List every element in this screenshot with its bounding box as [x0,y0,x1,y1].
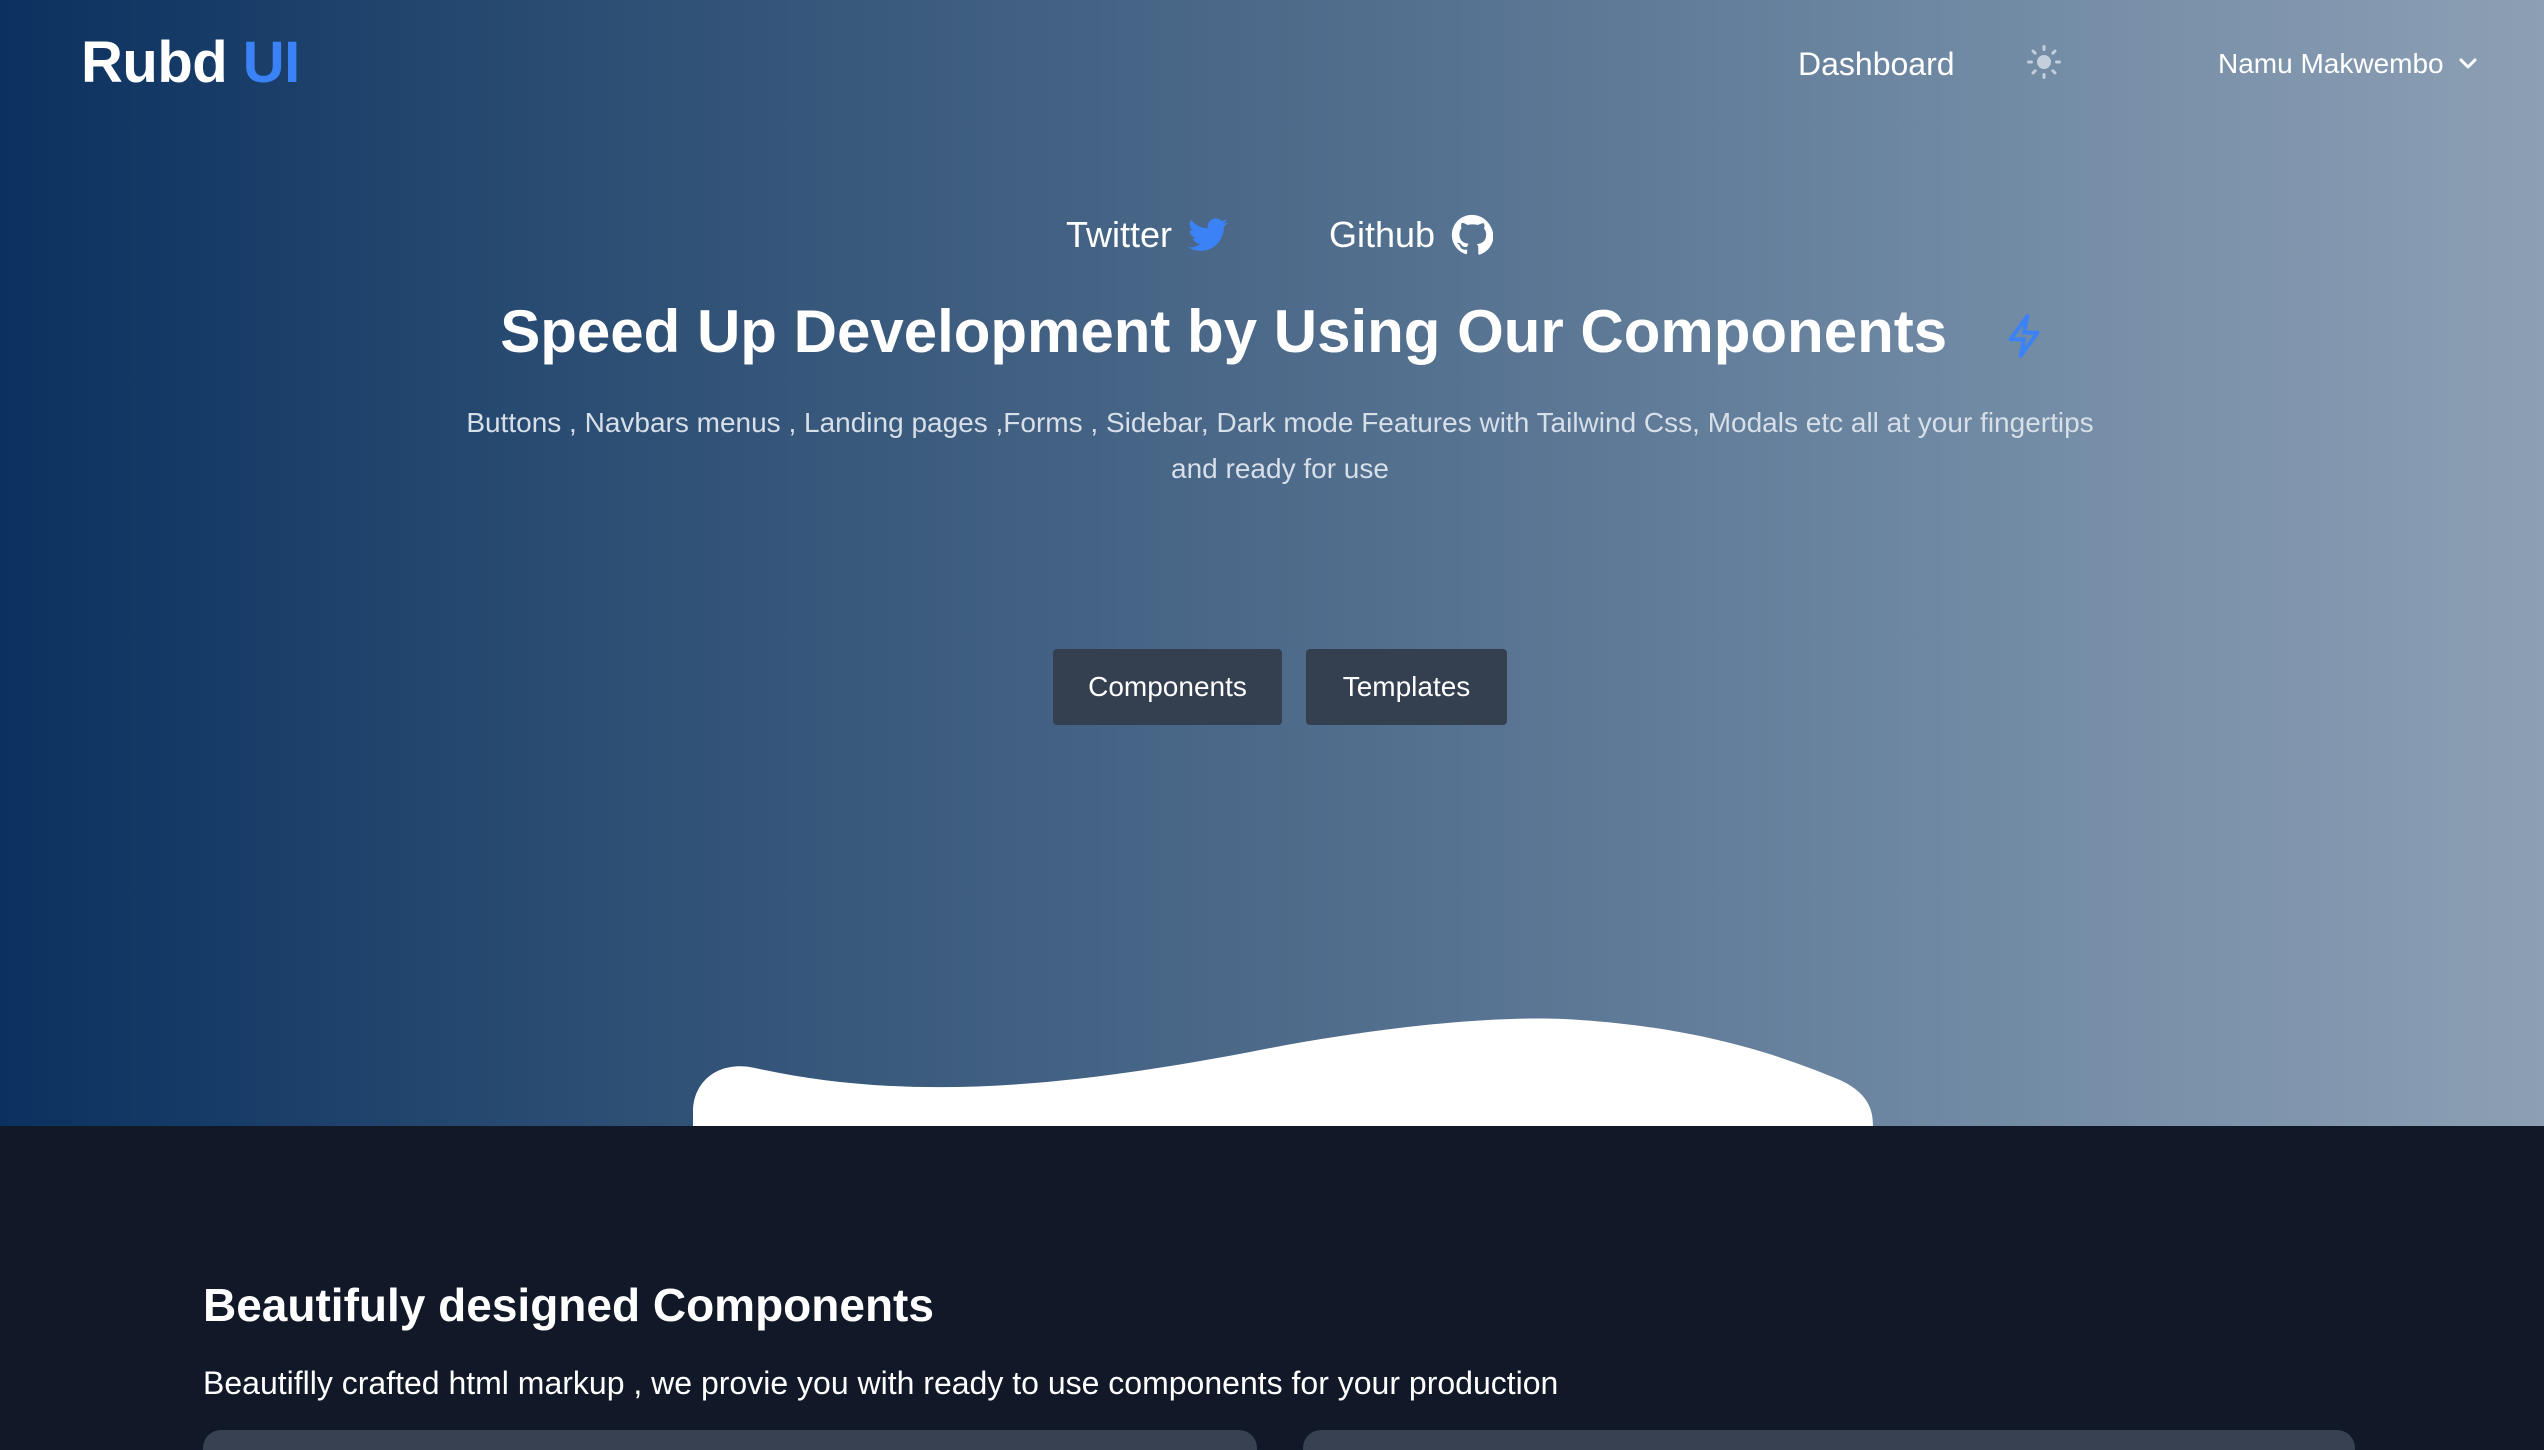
component-card[interactable] [1303,1430,2355,1450]
wave-decoration [693,1018,1873,1126]
hero-section: Rubd UI Dashboard Namu Makwembo Twitter [0,0,2544,1126]
section-title: Beautifuly designed Components [203,1279,934,1331]
component-card[interactable] [203,1430,1257,1450]
section-subtitle: Beautiflly crafted html markup , we prov… [203,1365,1559,1401]
